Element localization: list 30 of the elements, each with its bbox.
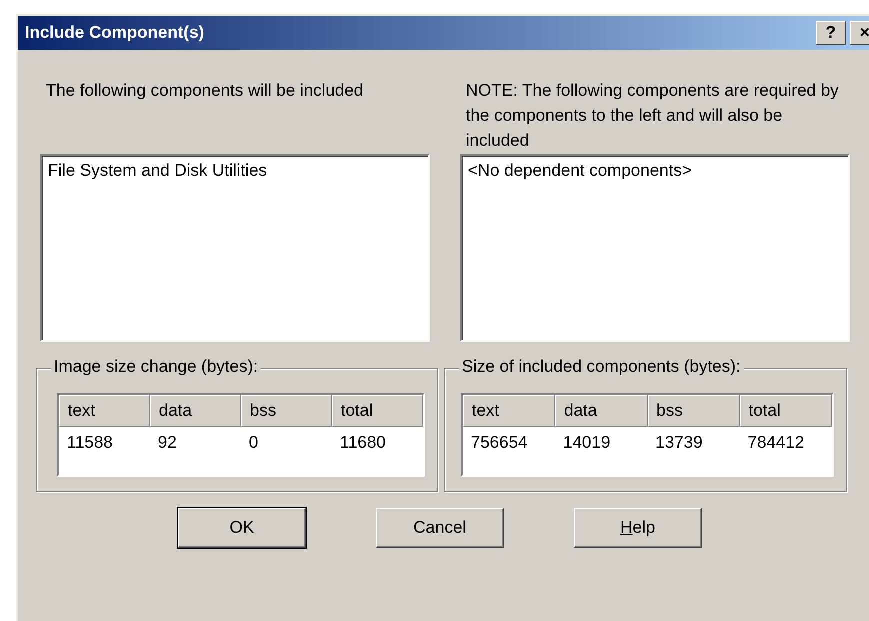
column-header[interactable]: data <box>150 395 241 427</box>
table-cell-text: 756654 <box>470 432 529 454</box>
column-header[interactable]: bss <box>241 395 332 427</box>
group-title: Size of included components (bytes): <box>459 357 744 377</box>
panel-caption: The following components will be included <box>45 80 365 102</box>
dialog-button[interactable]: Cancel <box>376 508 504 548</box>
help-button[interactable]: ? <box>816 21 846 45</box>
column-header[interactable]: total <box>740 395 832 427</box>
dialog-button[interactable]: Help <box>574 508 702 548</box>
table-cell-text: 92 <box>157 432 178 454</box>
column-header[interactable]: text <box>463 395 556 427</box>
table-cell-text: 0 <box>248 432 260 454</box>
list-box[interactable]: <No dependent components> <box>460 154 850 342</box>
column-header[interactable]: total <box>332 395 423 427</box>
table-cell-text: 14019 <box>562 432 612 454</box>
window-title: Include Component(s) <box>25 23 204 43</box>
list-box[interactable]: File System and Disk Utilities <box>40 154 430 342</box>
column-header[interactable]: text <box>59 395 150 427</box>
note-text: NOTE: The following components are required by the components to the left and will also be included <box>465 80 840 152</box>
dialog-button[interactable]: OK <box>178 508 306 548</box>
group-title: Image size change (bytes): <box>51 357 262 377</box>
list-item[interactable]: File System and Disk Utilities <box>48 160 422 182</box>
list-item[interactable]: <No dependent components> <box>468 160 842 182</box>
table-cell-text: 11680 <box>339 432 388 454</box>
column-header[interactable]: bss <box>648 395 740 427</box>
column-header[interactable]: data <box>555 395 648 427</box>
table-cell-text: 11588 <box>66 432 114 454</box>
close-button[interactable]: × <box>850 21 869 45</box>
table-cell-text: 13739 <box>654 432 704 454</box>
table-cell-text: 784412 <box>746 432 806 454</box>
